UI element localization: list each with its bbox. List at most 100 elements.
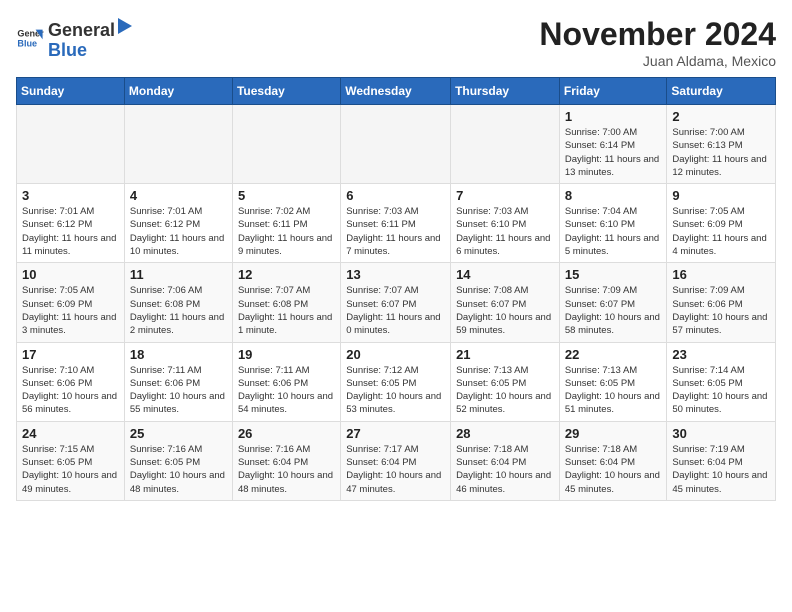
day-number: 23	[672, 347, 770, 362]
weekday-header-thursday: Thursday	[451, 78, 560, 105]
day-number: 11	[130, 267, 227, 282]
day-info: Sunrise: 7:15 AM Sunset: 6:05 PM Dayligh…	[22, 443, 119, 496]
day-number: 26	[238, 426, 335, 441]
day-info: Sunrise: 7:12 AM Sunset: 6:05 PM Dayligh…	[346, 364, 445, 417]
calendar-cell: 16Sunrise: 7:09 AM Sunset: 6:06 PM Dayli…	[667, 263, 776, 342]
day-number: 9	[672, 188, 770, 203]
weekday-header-friday: Friday	[559, 78, 667, 105]
day-info: Sunrise: 7:09 AM Sunset: 6:06 PM Dayligh…	[672, 284, 770, 337]
calendar-week-row: 1Sunrise: 7:00 AM Sunset: 6:14 PM Daylig…	[17, 105, 776, 184]
day-number: 14	[456, 267, 554, 282]
calendar-cell: 17 Sunrise: 7:10 AM Sunset: 6:06 PM Dayli…	[17, 342, 125, 421]
day-info: Sunrise: 7:04 AM Sunset: 6:10 PM Dayligh…	[565, 205, 662, 258]
day-number: 24	[22, 426, 119, 441]
calendar-cell: 27Sunrise: 7:17 AM Sunset: 6:04 PM Dayli…	[341, 421, 451, 500]
day-info: Sunrise: 7:11 AM Sunset: 6:06 PM Dayligh…	[238, 364, 335, 417]
calendar-cell: 11 Sunrise: 7:06 AM Sunset: 6:08 PM Dayli…	[124, 263, 232, 342]
calendar-cell	[341, 105, 451, 184]
day-info: Sunrise: 7:16 AM Sunset: 6:04 PM Dayligh…	[238, 443, 335, 496]
day-number: 30	[672, 426, 770, 441]
day-number: 2	[672, 109, 770, 124]
calendar-cell: 29 Sunrise: 7:18 AM Sunset: 6:04 PM Dayli…	[559, 421, 667, 500]
day-number: 7	[456, 188, 554, 203]
day-number: 20	[346, 347, 445, 362]
calendar-cell: 18 Sunrise: 7:11 AM Sunset: 6:06 PM Dayli…	[124, 342, 232, 421]
day-info: Sunrise: 7:09 AM Sunset: 6:07 PM Dayligh…	[565, 284, 662, 337]
logo-text-blue: Blue	[48, 40, 87, 60]
weekday-header-row: SundayMondayTuesdayWednesdayThursdayFrid…	[17, 78, 776, 105]
calendar-cell: 28 Sunrise: 7:18 AM Sunset: 6:04 PM Dayli…	[451, 421, 560, 500]
day-info: Sunrise: 7:13 AM Sunset: 6:05 PM Dayligh…	[456, 364, 554, 417]
day-number: 8	[565, 188, 662, 203]
day-info: Sunrise: 7:18 AM Sunset: 6:04 PM Dayligh…	[565, 443, 662, 496]
calendar-cell: 13Sunrise: 7:07 AM Sunset: 6:07 PM Dayli…	[341, 263, 451, 342]
day-number: 3	[22, 188, 119, 203]
day-info: Sunrise: 7:10 AM Sunset: 6:06 PM Dayligh…	[22, 364, 119, 417]
day-number: 28	[456, 426, 554, 441]
weekday-header-sunday: Sunday	[17, 78, 125, 105]
day-info: Sunrise: 7:01 AM Sunset: 6:12 PM Dayligh…	[22, 205, 119, 258]
calendar-cell: 4 Sunrise: 7:01 AM Sunset: 6:12 PM Daylig…	[124, 184, 232, 263]
calendar-cell: 2 Sunrise: 7:00 AM Sunset: 6:13 PM Daylig…	[667, 105, 776, 184]
calendar-cell: 30Sunrise: 7:19 AM Sunset: 6:04 PM Dayli…	[667, 421, 776, 500]
calendar-week-row: 17 Sunrise: 7:10 AM Sunset: 6:06 PM Dayli…	[17, 342, 776, 421]
month-title: November 2024	[539, 16, 776, 53]
day-number: 12	[238, 267, 335, 282]
calendar-cell: 10Sunrise: 7:05 AM Sunset: 6:09 PM Dayli…	[17, 263, 125, 342]
calendar-cell	[232, 105, 340, 184]
weekday-header-tuesday: Tuesday	[232, 78, 340, 105]
logo: General Blue General Blue	[16, 16, 135, 61]
calendar-cell: 7Sunrise: 7:03 AM Sunset: 6:10 PM Daylig…	[451, 184, 560, 263]
day-info: Sunrise: 7:13 AM Sunset: 6:05 PM Dayligh…	[565, 364, 662, 417]
day-info: Sunrise: 7:06 AM Sunset: 6:08 PM Dayligh…	[130, 284, 227, 337]
day-number: 4	[130, 188, 227, 203]
day-number: 27	[346, 426, 445, 441]
day-info: Sunrise: 7:16 AM Sunset: 6:05 PM Dayligh…	[130, 443, 227, 496]
day-number: 19	[238, 347, 335, 362]
calendar-cell: 20 Sunrise: 7:12 AM Sunset: 6:05 PM Dayli…	[341, 342, 451, 421]
day-number: 18	[130, 347, 227, 362]
location-subtitle: Juan Aldama, Mexico	[539, 53, 776, 69]
day-number: 21	[456, 347, 554, 362]
logo-text-general: General	[48, 21, 115, 41]
day-info: Sunrise: 7:18 AM Sunset: 6:04 PM Dayligh…	[456, 443, 554, 496]
day-info: Sunrise: 7:03 AM Sunset: 6:11 PM Dayligh…	[346, 205, 445, 258]
weekday-header-monday: Monday	[124, 78, 232, 105]
calendar-cell: 5Sunrise: 7:02 AM Sunset: 6:11 PM Daylig…	[232, 184, 340, 263]
day-info: Sunrise: 7:00 AM Sunset: 6:13 PM Dayligh…	[672, 126, 770, 179]
calendar-cell: 22 Sunrise: 7:13 AM Sunset: 6:05 PM Dayli…	[559, 342, 667, 421]
day-info: Sunrise: 7:14 AM Sunset: 6:05 PM Dayligh…	[672, 364, 770, 417]
day-number: 5	[238, 188, 335, 203]
calendar-cell: 26 Sunrise: 7:16 AM Sunset: 6:04 PM Dayli…	[232, 421, 340, 500]
calendar-cell: 15Sunrise: 7:09 AM Sunset: 6:07 PM Dayli…	[559, 263, 667, 342]
day-number: 22	[565, 347, 662, 362]
day-number: 25	[130, 426, 227, 441]
logo-icon: General Blue	[16, 24, 44, 52]
calendar-table: SundayMondayTuesdayWednesdayThursdayFrid…	[16, 77, 776, 501]
calendar-week-row: 3 Sunrise: 7:01 AM Sunset: 6:12 PM Daylig…	[17, 184, 776, 263]
day-number: 6	[346, 188, 445, 203]
calendar-week-row: 10Sunrise: 7:05 AM Sunset: 6:09 PM Dayli…	[17, 263, 776, 342]
weekday-header-wednesday: Wednesday	[341, 78, 451, 105]
calendar-cell: 3 Sunrise: 7:01 AM Sunset: 6:12 PM Daylig…	[17, 184, 125, 263]
day-info: Sunrise: 7:05 AM Sunset: 6:09 PM Dayligh…	[672, 205, 770, 258]
logo-triangle-icon	[116, 16, 134, 36]
day-info: Sunrise: 7:11 AM Sunset: 6:06 PM Dayligh…	[130, 364, 227, 417]
calendar-cell: 9 Sunrise: 7:05 AM Sunset: 6:09 PM Daylig…	[667, 184, 776, 263]
page-header: General Blue General Blue November 2024 …	[16, 16, 776, 69]
title-section: November 2024 Juan Aldama, Mexico	[539, 16, 776, 69]
calendar-cell: 25 Sunrise: 7:16 AM Sunset: 6:05 PM Dayli…	[124, 421, 232, 500]
weekday-header-saturday: Saturday	[667, 78, 776, 105]
day-number: 13	[346, 267, 445, 282]
day-number: 10	[22, 267, 119, 282]
day-number: 1	[565, 109, 662, 124]
day-info: Sunrise: 7:01 AM Sunset: 6:12 PM Dayligh…	[130, 205, 227, 258]
calendar-cell	[17, 105, 125, 184]
day-number: 17	[22, 347, 119, 362]
day-number: 29	[565, 426, 662, 441]
calendar-cell: 23 Sunrise: 7:14 AM Sunset: 6:05 PM Dayli…	[667, 342, 776, 421]
calendar-cell: 6 Sunrise: 7:03 AM Sunset: 6:11 PM Daylig…	[341, 184, 451, 263]
calendar-cell: 24 Sunrise: 7:15 AM Sunset: 6:05 PM Dayli…	[17, 421, 125, 500]
calendar-cell: 14Sunrise: 7:08 AM Sunset: 6:07 PM Dayli…	[451, 263, 560, 342]
calendar-cell: 12Sunrise: 7:07 AM Sunset: 6:08 PM Dayli…	[232, 263, 340, 342]
